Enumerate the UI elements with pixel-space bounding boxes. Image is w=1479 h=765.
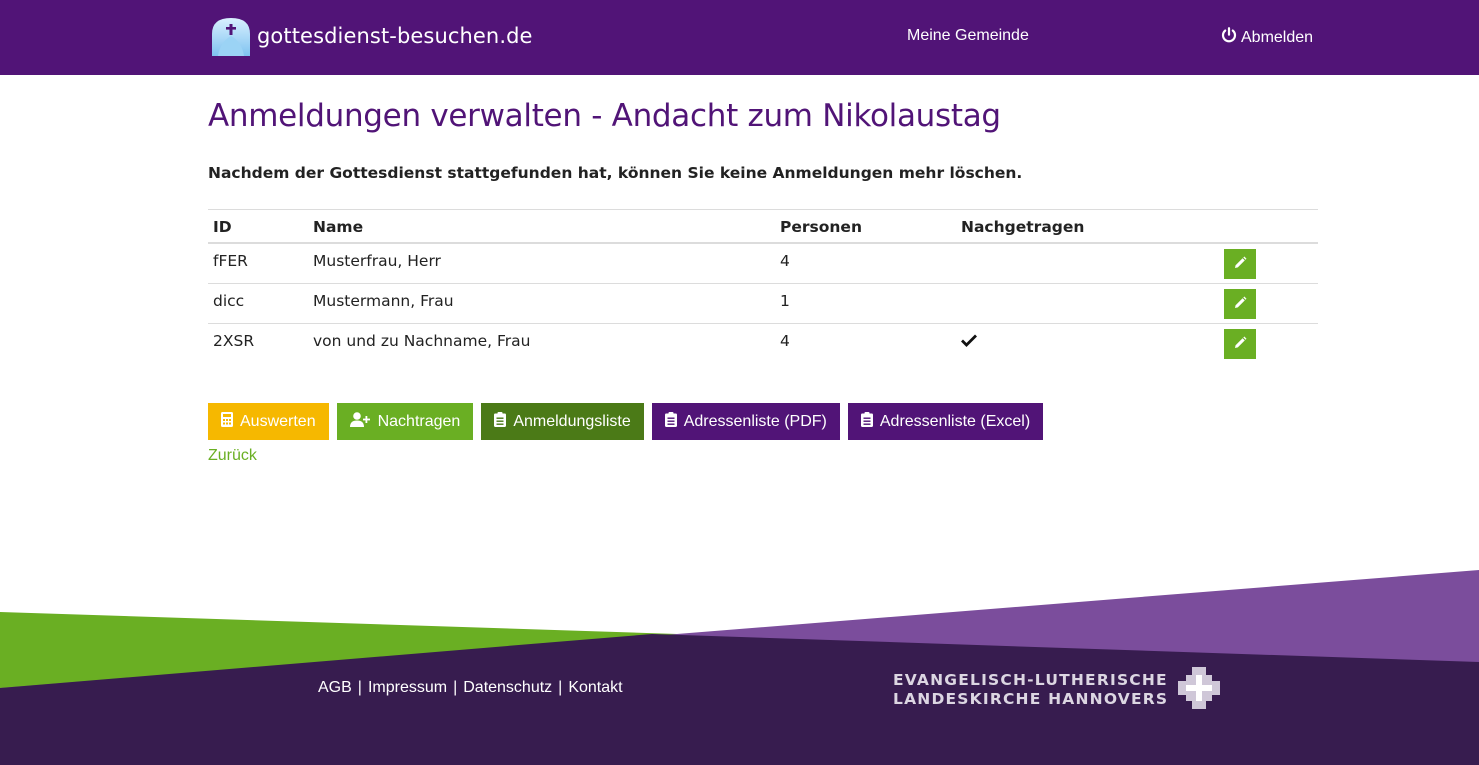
auswerten-button[interactable]: Auswerten — [208, 403, 329, 440]
landeskirche-logo[interactable]: EVANGELISCH-LUTHERISCHE LANDESKIRCHE HAN… — [893, 667, 1221, 713]
column-header-personen: Personen — [780, 218, 862, 236]
edit-button[interactable] — [1224, 329, 1256, 359]
site-logo[interactable]: gottesdienst-besuchen.de — [210, 16, 533, 56]
clipboard-icon — [494, 411, 507, 432]
table-row: dicc Mustermann, Frau 1 — [208, 284, 1318, 324]
row-name: von und zu Nachname, Frau — [313, 332, 531, 350]
power-icon — [1221, 27, 1237, 48]
calculator-icon — [221, 411, 233, 432]
footer-link-impressum[interactable]: Impressum — [368, 679, 447, 697]
footer-link-agb[interactable]: AGB — [318, 679, 352, 697]
footer-separator: | — [453, 679, 458, 696]
logout-label: Abmelden — [1241, 28, 1314, 46]
table-row: fFER Musterfrau, Herr 4 — [208, 244, 1318, 284]
footer-link-datenschutz[interactable]: Datenschutz — [463, 679, 552, 697]
column-header-id: ID — [213, 218, 232, 236]
column-header-name: Name — [313, 218, 364, 236]
landeskirche-line1: EVANGELISCH-LUTHERISCHE — [893, 671, 1168, 689]
church-window-icon — [210, 16, 252, 56]
column-header-nachgetragen: Nachgetragen — [961, 218, 1085, 236]
table-row: 2XSR von und zu Nachname, Frau 4 — [208, 324, 1318, 364]
nav-meine-gemeinde[interactable]: Meine Gemeinde — [907, 27, 1029, 45]
edit-button[interactable] — [1224, 289, 1256, 319]
add-user-icon — [349, 411, 371, 432]
registrations-table: ID Name Personen Nachgetragen fFER Muste… — [208, 209, 1318, 364]
nachtragen-label: Nachtragen — [377, 412, 461, 430]
top-navbar: gottesdienst-besuchen.de Meine Gemeinde … — [0, 0, 1479, 75]
landeskirche-line2: LANDESKIRCHE HANNOVERS — [893, 690, 1169, 708]
adressenliste-excel-label: Adressenliste (Excel) — [879, 412, 1031, 430]
checkmark-icon — [961, 333, 977, 351]
row-personen: 1 — [780, 292, 790, 310]
adressenliste-pdf-label: Adressenliste (PDF) — [683, 412, 827, 430]
row-personen: 4 — [780, 332, 790, 350]
page-title: Anmeldungen verwalten - Andacht zum Niko… — [208, 98, 1001, 134]
edit-button[interactable] — [1224, 249, 1256, 279]
footer-separator: | — [558, 679, 563, 696]
nachtragen-button[interactable]: Nachtragen — [336, 403, 474, 440]
action-toolbar: Auswerten Nachtragen Anmeldungsliste Adr… — [208, 403, 1044, 440]
row-id: fFER — [213, 252, 248, 270]
row-name: Mustermann, Frau — [313, 292, 454, 310]
row-id: 2XSR — [213, 332, 255, 350]
footer-background — [0, 570, 1479, 765]
pencil-icon — [1233, 256, 1247, 273]
back-link[interactable]: Zurück — [208, 447, 257, 465]
auswerten-label: Auswerten — [240, 412, 316, 430]
delete-notice: Nachdem der Gottesdienst stattgefunden h… — [208, 164, 1023, 182]
row-id: dicc — [213, 292, 245, 310]
pencil-icon — [1233, 296, 1247, 313]
clipboard-icon — [664, 411, 677, 432]
footer-links: AGB | Impressum | Datenschutz | Kontakt — [318, 679, 623, 697]
clipboard-icon — [860, 411, 873, 432]
pencil-icon — [1233, 336, 1247, 353]
anmeldungsliste-button[interactable]: Anmeldungsliste — [481, 403, 644, 440]
logout-link[interactable]: Abmelden — [1221, 27, 1313, 48]
footer-link-kontakt[interactable]: Kontakt — [568, 679, 622, 697]
anmeldungsliste-label: Anmeldungsliste — [513, 412, 631, 430]
cross-logo-icon — [1178, 667, 1221, 713]
footer-separator: | — [357, 679, 362, 696]
adressenliste-pdf-button[interactable]: Adressenliste (PDF) — [651, 403, 840, 440]
row-personen: 4 — [780, 252, 790, 270]
logo-text: gottesdienst-besuchen.de — [257, 24, 533, 48]
row-name: Musterfrau, Herr — [313, 252, 441, 270]
landeskirche-text: EVANGELISCH-LUTHERISCHE LANDESKIRCHE HAN… — [893, 671, 1168, 709]
adressenliste-excel-button[interactable]: Adressenliste (Excel) — [847, 403, 1044, 440]
table-header-row: ID Name Personen Nachgetragen — [208, 210, 1318, 244]
